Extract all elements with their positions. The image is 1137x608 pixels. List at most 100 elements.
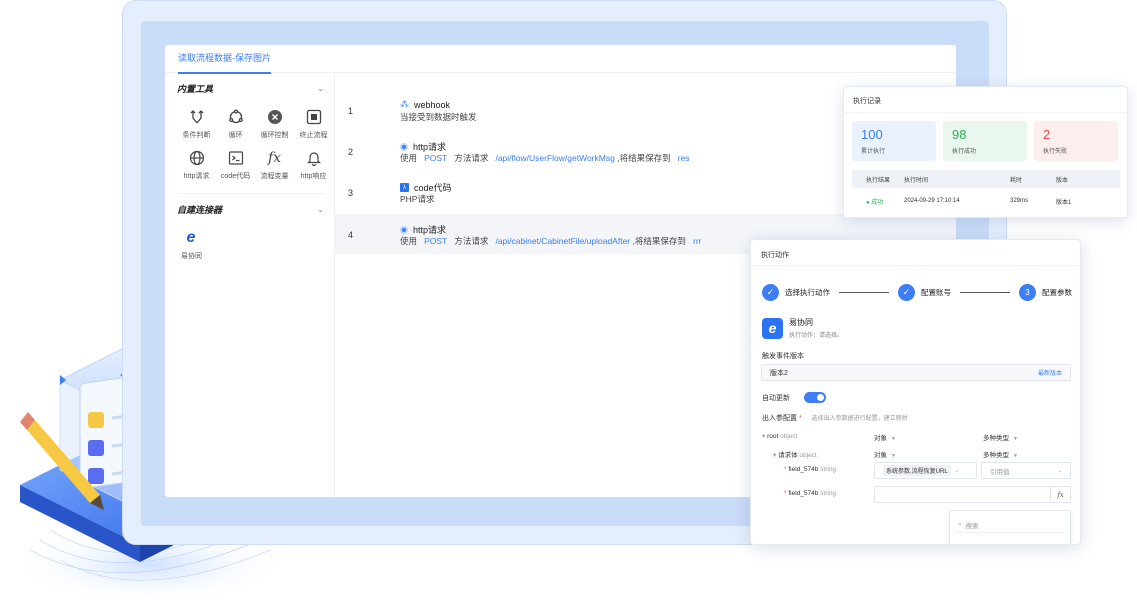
node-multi-select[interactable]: 多种类型 ▼ — [983, 449, 1018, 459]
step-number: 2 — [348, 147, 354, 157]
tool-label: 流程变量 — [260, 173, 289, 180]
record-title: 执行记录 — [844, 87, 1127, 113]
step-desc: 使用 POST 方法请求 /api/cabinet/CabinetFile/up… — [400, 235, 701, 247]
duration-cell: 329ms — [1010, 198, 1029, 204]
app-subtitle: 执行动作：请选择。 — [789, 333, 844, 339]
globe-icon — [187, 148, 207, 168]
node-kind-select[interactable]: 对象 ▼ — [874, 449, 896, 459]
step-number: 3 — [348, 188, 354, 198]
execute-action-panel: 执行动作 ✓ 选择执行动作 ✓ 配置账号 3 配置参数 e 易协同 执行动作：请… — [750, 239, 1081, 545]
stop-circle-icon — [265, 107, 285, 127]
desc-mid: 方法请求 — [454, 153, 489, 163]
io-hint: 选择出入参数据进行配置，建立映射 — [811, 416, 908, 422]
version-label: 触发事件版本 — [762, 353, 804, 360]
required-mark: * — [784, 466, 787, 473]
tool-sidebar: 内置工具 ⌄ 条件判断 循环 循环控制 终止流程 http请求 code代码 f… — [165, 73, 335, 497]
version-select[interactable]: 版本2 最新版本 — [761, 364, 1071, 381]
tool-label: code代码 — [220, 173, 251, 180]
param-tag: 系统参数.流程恢复URL — [883, 465, 951, 476]
search-icon: ⌕ — [958, 520, 962, 528]
http-icon — [400, 142, 408, 151]
app-name: 易协同 — [789, 318, 813, 327]
wizard-step-label[interactable]: 配置参数 — [1042, 287, 1072, 298]
tool-loop[interactable]: 循环 — [216, 107, 255, 140]
tool-label: 循环 — [228, 132, 243, 139]
node-name: root — [767, 433, 779, 440]
tab-flow-name[interactable]: 读取流程数据-保存图片 — [178, 45, 271, 74]
collapse-icon: ▾ — [773, 452, 777, 459]
search-popover: ⌕ 搜索 — [949, 510, 1071, 544]
chevron-down-icon: ⌄ — [1057, 467, 1062, 474]
version-cell: 版本1 — [1056, 199, 1072, 206]
tree-row-root[interactable]: ▾ root object — [762, 432, 797, 440]
caret-down-icon: ▼ — [1013, 453, 1018, 459]
step-current-icon: 3 — [1019, 284, 1036, 301]
http-method: POST — [424, 236, 448, 246]
tool-flow-variable[interactable]: fx 流程变量 — [255, 148, 294, 181]
step-done-icon: ✓ — [898, 284, 915, 301]
connector-label: 易协同 — [181, 253, 202, 260]
col-duration: 耗时 — [1010, 177, 1023, 184]
stat-failed: 2 执行失败 — [1034, 121, 1118, 161]
stat-value: 2 — [1043, 127, 1051, 142]
latest-version-link[interactable]: 最新版本 — [1038, 368, 1062, 377]
search-input[interactable]: ⌕ 搜索 — [956, 517, 1064, 533]
node-multi: 多种类型 — [983, 435, 1009, 442]
wizard-step-label[interactable]: 选择执行动作 — [785, 287, 830, 298]
e-logo-icon: e — [762, 317, 783, 339]
node-type: object — [780, 433, 798, 440]
step-desc: 当接受到数据时触发 — [400, 112, 477, 122]
required-mark: * — [798, 415, 802, 422]
required-mark: * — [784, 490, 787, 497]
custom-connectors-header[interactable]: 自建连接器 ⌄ — [177, 194, 324, 224]
wizard-connector — [839, 292, 889, 293]
ref-select[interactable]: 引用值 ⌄ — [981, 462, 1071, 479]
wizard-connector — [960, 292, 1010, 293]
node-multi-select[interactable]: 多种类型 ▼ — [983, 432, 1018, 442]
wizard-step-label[interactable]: 配置账号 — [921, 287, 951, 298]
http-path: /api/cabinet/CabinetFile/uploadAfter — [495, 236, 631, 246]
http-icon — [400, 225, 408, 234]
auto-update-label: 自动更新 — [762, 395, 790, 402]
tool-loop-control[interactable]: 循环控制 — [255, 107, 294, 140]
tool-condition[interactable]: 条件判断 — [177, 107, 216, 140]
stat-total: 100 累计执行 — [852, 121, 936, 161]
action-title: 执行动作 — [751, 240, 1080, 266]
stat-value: 98 — [952, 127, 967, 142]
http-path: /api/flow/UserFlow/getWorkMsg — [495, 153, 615, 163]
col-result: 执行结果 — [866, 177, 891, 184]
field-value-input[interactable]: fx — [874, 486, 1071, 503]
tool-code[interactable]: code代码 — [216, 148, 255, 181]
chevron-down-icon[interactable]: ⌄ — [317, 84, 324, 93]
table-row[interactable]: ● 成功 2024-09-29 17:10:14 329ms 版本1 — [852, 188, 1120, 214]
node-kind-select[interactable]: 对象 ▼ — [874, 432, 896, 442]
chevron-down-icon: ⌄ — [954, 467, 959, 474]
tool-http-request[interactable]: http请求 — [177, 148, 216, 181]
tool-label: http请求 — [183, 173, 210, 180]
tool-terminate[interactable]: 终止流程 — [294, 107, 333, 140]
tool-http-response[interactable]: http响应 — [294, 148, 333, 181]
webhook-icon: ⁂ — [400, 99, 409, 109]
result-text: 成功 — [871, 199, 884, 206]
chevron-down-icon[interactable]: ⌄ — [317, 205, 324, 214]
table-header: 执行结果 执行时间 耗时 版本 — [852, 170, 1120, 188]
auto-update-toggle[interactable] — [804, 392, 826, 403]
step-desc: PHP请求 — [400, 194, 435, 204]
desc-suffix: ,将结果保存到 — [632, 236, 686, 246]
builtin-tools-grid: 条件判断 循环 循环控制 终止流程 http请求 code代码 fx 流程变量 … — [177, 107, 328, 181]
builtin-tools-header[interactable]: 内置工具 ⌄ — [177, 73, 324, 103]
search-placeholder: 搜索 — [965, 522, 979, 530]
e-logo-icon: e — [186, 229, 196, 246]
fx-icon: fx — [267, 150, 282, 166]
tree-row-body[interactable]: ▾ 请求体 object — [773, 449, 817, 459]
connector-yixietong[interactable]: e 易协同 — [181, 228, 324, 261]
io-config-row: 出入参配置 * 选择出入参数据进行配置，建立映射 — [762, 413, 908, 423]
result-var: res — [677, 153, 690, 163]
stat-success: 98 执行成功 — [943, 121, 1027, 161]
fx-button[interactable]: fx — [1050, 487, 1070, 502]
param-select[interactable]: 系统参数.流程恢复URL ⌄ — [874, 462, 977, 479]
terminate-icon — [304, 107, 324, 127]
step-title: ⁂ webhook — [400, 99, 450, 110]
execution-record-card: 执行记录 100 累计执行 98 执行成功 2 执行失败 执行结果 执行时间 耗… — [843, 86, 1128, 218]
step-number: 1 — [348, 106, 354, 116]
